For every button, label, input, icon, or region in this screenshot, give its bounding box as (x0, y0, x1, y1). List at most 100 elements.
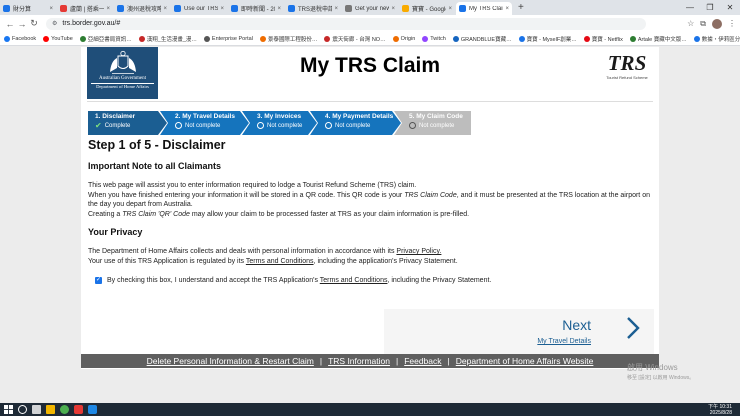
terms-paragraph: Your use of this TRS Application is regu… (88, 257, 654, 267)
bookmark-item[interactable]: 數據・伊莉區分區 (693, 35, 740, 43)
reload-button[interactable]: ↻ (28, 18, 40, 29)
checkmark-icon: ✔ (95, 121, 102, 130)
windows-start-icon[interactable] (4, 405, 13, 414)
trs-logo-text: TRS (607, 51, 647, 75)
close-tab-icon[interactable]: × (275, 6, 281, 12)
close-tab-icon[interactable]: × (503, 6, 509, 12)
terms-link[interactable]: Terms and Conditions (246, 258, 314, 265)
task-view-icon[interactable] (32, 405, 41, 414)
tab-label: 澳州退稅攻略 | 澳… (127, 7, 162, 13)
bookmark-item[interactable]: Facebook (4, 35, 36, 42)
close-tab-icon[interactable]: × (104, 6, 110, 12)
browser-tab[interactable]: My TRS Claim× (456, 2, 512, 15)
back-button[interactable]: ← (4, 19, 16, 29)
next-button[interactable]: Next My Travel Details (384, 309, 654, 355)
bookmark-favicon-icon (203, 35, 210, 42)
privacy-policy-link[interactable]: Privacy Policy. (396, 248, 441, 255)
address-bar[interactable]: ⚙ trs.border.gov.au/# (46, 17, 646, 30)
bookmark-label: GRANDBLUE寶藏… (460, 36, 512, 43)
delete-restart-link[interactable]: Delete Personal Information & Restart Cl… (147, 356, 314, 366)
next-step-link[interactable]: My Travel Details (537, 338, 591, 345)
close-tab-icon[interactable]: × (332, 6, 338, 12)
bookmark-item[interactable]: 景泰國際工程股份… (259, 35, 317, 43)
extensions-icon[interactable]: ⧉ (700, 19, 706, 29)
bookmark-favicon-icon (43, 35, 50, 42)
bookmark-item[interactable]: GRANDBLUE寶藏… (452, 35, 512, 43)
file-explorer-icon[interactable] (46, 405, 55, 414)
step-title: 5. My Claim Code (409, 113, 463, 120)
bookmark-item[interactable]: Enterprise Portal (203, 35, 253, 42)
step-status: ✔ Complete (95, 121, 167, 130)
bookmark-item[interactable]: 漢翔_生活漫畫_漫… (138, 35, 197, 43)
step-title: 3. My Invoices (257, 113, 302, 120)
bookmark-item[interactable]: 寶寶 - Netflix (583, 35, 623, 43)
accept-terms-link[interactable]: Terms and Conditions (320, 277, 388, 284)
step-travel-details[interactable]: 2. My Travel Details Not complete (160, 111, 249, 135)
incomplete-circle-icon (325, 122, 332, 129)
page-content: Australian Government Department of Home… (81, 47, 659, 369)
text: When you have finished entering your inf… (88, 191, 405, 199)
browser-tab[interactable]: Use our TRS app× (171, 2, 227, 15)
browser-tab[interactable]: 即時新聞 - 2025 市…× (228, 2, 284, 15)
bookmark-label: 亞細亞書局資訊… (87, 36, 132, 43)
browser-menu-icon[interactable]: ⋮ (728, 19, 736, 28)
app-icon[interactable] (74, 405, 83, 414)
trs-information-link[interactable]: TRS Information (328, 356, 390, 366)
step-invoices[interactable]: 3. My Invoices Not complete (242, 111, 317, 135)
bookmark-item[interactable]: 亞細亞書局資訊… (79, 35, 132, 43)
tab-favicon-icon (60, 5, 67, 12)
site-info-icon[interactable]: ⚙ (52, 20, 57, 27)
bookmark-item[interactable]: Artale 寶藏中文版… (629, 35, 687, 43)
bookmark-item[interactable]: YouTube (43, 35, 73, 42)
browser-tab[interactable]: 盧蘭 | 搭乘一票到…× (57, 2, 113, 15)
incomplete-circle-icon (175, 122, 182, 129)
close-window-button[interactable]: ✕ (720, 3, 740, 12)
browser-tab[interactable]: Get your new iPad…× (342, 2, 398, 15)
close-tab-icon[interactable]: × (47, 6, 53, 12)
incomplete-circle-icon (257, 122, 264, 129)
system-clock[interactable]: 下午 10:31 2025/8/28 (708, 404, 740, 416)
browser-tab[interactable]: TRS退稅申請步驟…× (285, 2, 341, 15)
footer-separator: | (395, 356, 399, 366)
tab-favicon-icon (288, 5, 295, 12)
header-divider (87, 101, 653, 102)
bookmark-item[interactable]: 震天街廊 - 台灣 NO… (324, 35, 386, 43)
new-tab-button[interactable]: + (513, 2, 529, 15)
browser-tab[interactable]: 寶寶 - Google 雲端…× (399, 2, 455, 15)
privacy-paragraph: The Department of Home Affairs collects … (88, 247, 654, 257)
close-tab-icon[interactable]: × (389, 6, 395, 12)
tab-label: Get your new iPad… (355, 5, 390, 12)
accept-terms-checkbox[interactable]: ✓ (95, 277, 102, 285)
step-title: 2. My Travel Details (175, 113, 235, 120)
close-tab-icon[interactable]: × (218, 6, 224, 12)
minimize-button[interactable]: — (680, 3, 700, 12)
close-tab-icon[interactable]: × (161, 6, 167, 12)
browser-tab[interactable]: 澳州退稅攻略 | 澳…× (114, 2, 170, 15)
chrome-icon[interactable] (60, 405, 69, 414)
forward-button[interactable]: → (16, 19, 28, 29)
text: Your use of this TRS Application is regu… (88, 257, 246, 265)
step-payment-details[interactable]: 4. My Payment Details Not complete (310, 111, 401, 135)
bookmark-label: 漢翔_生活漫畫_漫… (146, 36, 197, 43)
bookmark-item[interactable]: Origin (392, 35, 415, 42)
bookmark-item[interactable]: 寶寶 - MyselF創業… (518, 35, 577, 43)
feedback-link[interactable]: Feedback (404, 356, 441, 366)
close-tab-icon[interactable]: × (446, 6, 452, 12)
accept-label: By checking this box, I understand and a… (107, 276, 491, 286)
disclaimer-content: Step 1 of 5 - Disclaimer Important Note … (88, 138, 654, 286)
home-affairs-website-link[interactable]: Department of Home Affairs Website (456, 356, 594, 366)
profile-avatar[interactable] (712, 18, 722, 29)
bookmark-item[interactable]: Twitch (422, 35, 446, 42)
app-icon[interactable] (88, 405, 97, 414)
qr-paragraph: When you have finished entering your inf… (88, 191, 654, 210)
search-icon[interactable] (18, 405, 27, 414)
browser-tab[interactable]: 財分算 × (0, 2, 56, 15)
step-title: 1. Disclaimer (95, 113, 136, 120)
bookmark-star-icon[interactable]: ☆ (687, 19, 694, 28)
footer-separator: | (319, 356, 323, 366)
step-disclaimer[interactable]: 1. Disclaimer ✔ Complete (88, 111, 167, 135)
tab-favicon-icon (231, 5, 238, 12)
privacy-heading: Your Privacy (88, 227, 143, 237)
tab-favicon-icon (459, 5, 466, 12)
maximize-button[interactable]: ❐ (700, 3, 720, 12)
